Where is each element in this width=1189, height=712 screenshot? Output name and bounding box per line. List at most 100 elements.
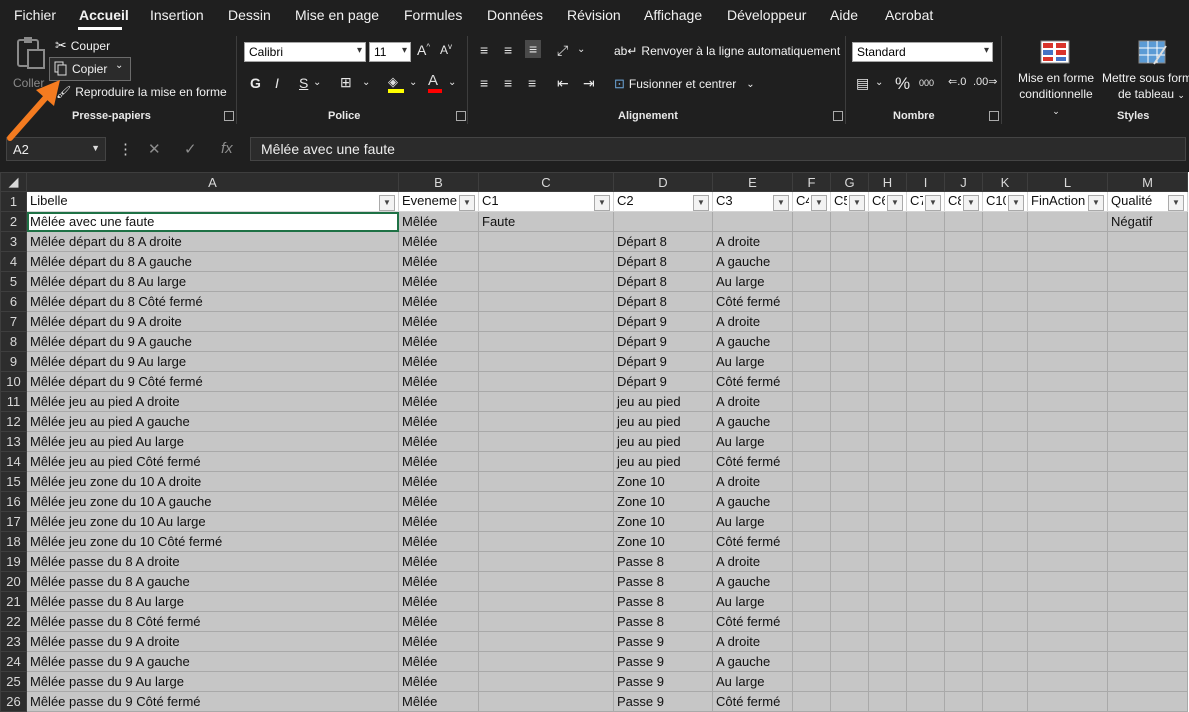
table-cell[interactable] — [982, 431, 1028, 452]
row-header[interactable]: 11 — [0, 391, 27, 412]
header-cell[interactable]: ▼ Libelle — [26, 191, 399, 212]
filter-dropdown-icon[interactable]: ▼ — [1008, 194, 1024, 211]
table-cell[interactable] — [478, 431, 614, 452]
table-cell[interactable] — [792, 611, 831, 632]
table-cell[interactable] — [1027, 491, 1108, 512]
table-cell[interactable] — [982, 551, 1028, 572]
table-cell[interactable]: Zone 10 — [613, 491, 713, 512]
table-cell[interactable] — [478, 571, 614, 592]
table-cell[interactable] — [792, 691, 831, 712]
enter-check-icon[interactable]: ✓ — [184, 140, 197, 158]
header-cell[interactable]: ▼C5 — [830, 191, 869, 212]
table-cell[interactable]: A droite — [712, 631, 793, 652]
table-cell[interactable] — [868, 431, 907, 452]
cancel-icon[interactable]: ✕ — [148, 140, 161, 158]
table-cell[interactable] — [478, 311, 614, 332]
cut-button[interactable]: ✂ Couper — [55, 37, 110, 54]
tab-fichier[interactable]: Fichier — [14, 7, 56, 23]
table-cell[interactable] — [982, 331, 1028, 352]
header-cell[interactable]: ▼C6 — [868, 191, 907, 212]
table-cell[interactable] — [944, 511, 983, 532]
table-cell[interactable]: jeu au pied — [613, 451, 713, 472]
wrap-text-button[interactable]: ab↵ Renvoyer à la ligne automatiquement — [614, 44, 840, 58]
column-header[interactable]: L — [1027, 172, 1108, 192]
row-header[interactable]: 21 — [0, 591, 27, 612]
table-cell[interactable] — [1107, 371, 1188, 392]
table-cell[interactable]: Mêlée — [398, 631, 479, 652]
table-cell[interactable]: A gauche — [712, 491, 793, 512]
format-painter-button[interactable]: 🖌 Reproduire la mise en forme — [56, 85, 227, 99]
table-cell[interactable] — [868, 271, 907, 292]
table-cell[interactable] — [1107, 431, 1188, 452]
table-cell[interactable] — [830, 571, 869, 592]
table-cell[interactable] — [478, 251, 614, 272]
header-cell[interactable]: ▼C8 — [944, 191, 983, 212]
table-cell[interactable] — [982, 311, 1028, 332]
table-cell[interactable] — [906, 371, 945, 392]
table-cell[interactable]: Mêlée — [398, 471, 479, 492]
table-cell[interactable] — [1027, 431, 1108, 452]
table-cell[interactable]: Négatif — [1107, 211, 1188, 232]
table-cell[interactable] — [944, 491, 983, 512]
table-cell[interactable] — [944, 531, 983, 552]
chevron-down-icon[interactable]: ⌄ — [577, 44, 585, 55]
table-cell[interactable] — [1027, 571, 1108, 592]
percent-button[interactable]: % — [895, 74, 910, 94]
column-header[interactable]: E — [712, 172, 793, 192]
decrease-decimal-icon[interactable]: .00⇒ — [973, 75, 998, 88]
table-cell[interactable]: Côté fermé — [712, 291, 793, 312]
table-cell[interactable] — [982, 631, 1028, 652]
table-cell[interactable]: A droite — [712, 391, 793, 412]
tab-donnees[interactable]: Données — [487, 7, 543, 23]
table-cell[interactable] — [830, 371, 869, 392]
insert-function-icon[interactable]: fx — [221, 140, 233, 157]
table-cell[interactable]: Mêlée jeu zone du 10 A gauche — [26, 491, 399, 512]
row-header[interactable]: 7 — [0, 311, 27, 332]
table-cell[interactable] — [982, 351, 1028, 372]
table-cell[interactable]: Mêlée jeu zone du 10 Au large — [26, 511, 399, 532]
table-cell[interactable] — [830, 311, 869, 332]
table-cell[interactable]: A droite — [712, 551, 793, 572]
table-cell[interactable]: Mêlée passe du 8 Côté fermé — [26, 611, 399, 632]
table-cell[interactable]: Mêlée — [398, 491, 479, 512]
table-cell[interactable]: Mêlée — [398, 291, 479, 312]
table-cell[interactable]: Mêlée départ du 8 A gauche — [26, 251, 399, 272]
merge-center-button[interactable]: ⊡ Fusionner et centrer ⌄ — [614, 76, 755, 92]
table-cell[interactable]: Passe 8 — [613, 571, 713, 592]
active-cell[interactable]: Mêlée avec une faute — [26, 211, 399, 232]
table-cell[interactable] — [982, 571, 1028, 592]
column-header[interactable]: A — [26, 172, 399, 192]
tab-aide[interactable]: Aide — [830, 7, 858, 23]
table-cell[interactable]: Passe 8 — [613, 611, 713, 632]
table-cell[interactable] — [792, 631, 831, 652]
table-cell[interactable] — [830, 351, 869, 372]
table-cell[interactable]: Départ 9 — [613, 371, 713, 392]
table-cell[interactable] — [982, 251, 1028, 272]
table-cell[interactable]: Passe 9 — [613, 651, 713, 672]
table-cell[interactable] — [1027, 551, 1108, 572]
table-cell[interactable] — [1027, 671, 1108, 692]
table-cell[interactable] — [868, 251, 907, 272]
clipboard-launcher-icon[interactable] — [224, 111, 234, 121]
table-cell[interactable] — [478, 391, 614, 412]
table-cell[interactable] — [944, 591, 983, 612]
table-cell[interactable] — [1027, 611, 1108, 632]
row-header[interactable]: 12 — [0, 411, 27, 432]
table-cell[interactable] — [982, 391, 1028, 412]
table-cell[interactable]: Mêlée jeu zone du 10 A droite — [26, 471, 399, 492]
select-all-corner[interactable]: ◢ — [0, 172, 27, 192]
table-cell[interactable] — [868, 511, 907, 532]
borders-icon[interactable]: ⊞ — [340, 74, 352, 91]
table-cell[interactable]: Mêlée jeu au pied A droite — [26, 391, 399, 412]
table-cell[interactable]: Mêlée passe du 9 A gauche — [26, 651, 399, 672]
row-header[interactable]: 8 — [0, 331, 27, 352]
filter-dropdown-icon[interactable]: ▼ — [1168, 194, 1184, 211]
header-cell[interactable]: ▼ FinAction — [1027, 191, 1108, 212]
table-cell[interactable]: Passe 8 — [613, 551, 713, 572]
table-cell[interactable] — [792, 411, 831, 432]
table-cell[interactable] — [906, 651, 945, 672]
table-cell[interactable] — [868, 531, 907, 552]
table-cell[interactable]: Mêlée — [398, 551, 479, 572]
table-cell[interactable] — [478, 271, 614, 292]
table-cell[interactable] — [906, 251, 945, 272]
